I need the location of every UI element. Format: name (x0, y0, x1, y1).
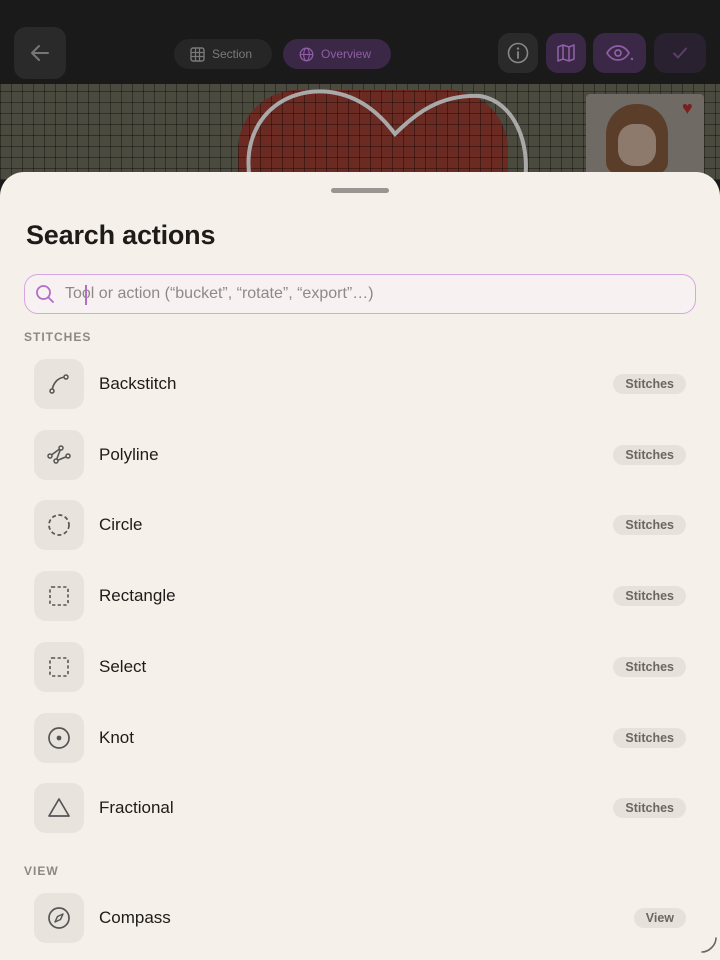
reference-thumbnail[interactable]: ♥ (586, 94, 704, 180)
back-button[interactable] (14, 27, 66, 79)
info-button[interactable] (498, 33, 538, 73)
action-row-circle[interactable]: Circle Stitches (24, 490, 696, 560)
category-badge: Stitches (613, 374, 686, 394)
heart-outline-shape (246, 89, 528, 180)
search-field[interactable] (24, 274, 696, 314)
dashed-circle-icon (34, 500, 84, 550)
triangle-icon (34, 783, 84, 833)
compass-icon (34, 893, 84, 943)
map-icon (557, 44, 575, 62)
action-row-polyline[interactable]: Polyline Stitches (24, 420, 696, 490)
category-badge: Stitches (613, 586, 686, 606)
action-label: Fractional (99, 798, 174, 817)
status-bar (0, 0, 720, 22)
action-label: Backstitch (99, 374, 177, 393)
pattern-canvas: ♥ (0, 84, 720, 180)
tab-overview[interactable]: Overview (283, 39, 391, 69)
info-icon (507, 42, 529, 64)
arrow-left-icon (31, 45, 49, 61)
category-badge: Stitches (613, 798, 686, 818)
tab-overview-label: Overview (321, 47, 372, 61)
globe-icon (299, 47, 314, 61)
search-icon (25, 274, 65, 314)
action-label: Knot (99, 728, 134, 747)
dashed-square-icon (34, 642, 84, 692)
map-button[interactable] (546, 33, 586, 73)
thumbnail-face (618, 124, 656, 166)
done-button[interactable] (654, 33, 706, 73)
grid-icon (190, 46, 205, 62)
resize-handle-icon[interactable] (700, 936, 718, 954)
action-label: Rectangle (99, 586, 176, 605)
action-row-knot[interactable]: Knot Stitches (24, 703, 696, 773)
action-label: Compass (99, 908, 171, 927)
sheet-title: Search actions (26, 220, 216, 250)
category-badge: Stitches (613, 728, 686, 748)
action-row-rectangle[interactable]: Rectangle Stitches (24, 561, 696, 631)
category-badge: View (633, 908, 686, 928)
action-row-backstitch[interactable]: Backstitch Stitches (24, 349, 696, 419)
polyline-icon (34, 430, 84, 480)
top-toolbar: Section Overview (0, 22, 720, 84)
category-badge: Stitches (613, 515, 686, 535)
action-row-select[interactable]: Select Stitches (24, 632, 696, 702)
search-actions-sheet: Search actions STITCHES Backstitch Stitc… (0, 172, 720, 960)
section-header-stitches: STITCHES (24, 330, 92, 344)
knot-circle-icon (34, 713, 84, 763)
action-label: Select (99, 657, 147, 676)
checkmark-icon (673, 47, 687, 59)
eye-icon (605, 45, 633, 61)
text-caret (85, 285, 87, 305)
action-label: Polyline (99, 445, 159, 464)
backstitch-curve-icon (34, 359, 84, 409)
tab-section[interactable]: Section (174, 39, 272, 69)
action-row-fractional[interactable]: Fractional Stitches (24, 773, 696, 843)
dashed-square-icon (34, 571, 84, 621)
section-header-view: VIEW (24, 864, 59, 878)
action-row-compass[interactable]: Compass View (24, 883, 696, 953)
visibility-button[interactable] (593, 33, 646, 73)
tab-section-label: Section (212, 47, 253, 61)
action-label: Circle (99, 515, 143, 534)
category-badge: Stitches (613, 445, 686, 465)
category-badge: Stitches (613, 657, 686, 677)
sheet-grabber[interactable] (331, 188, 389, 193)
heart-icon: ♥ (682, 98, 693, 118)
search-input[interactable] (65, 275, 695, 313)
